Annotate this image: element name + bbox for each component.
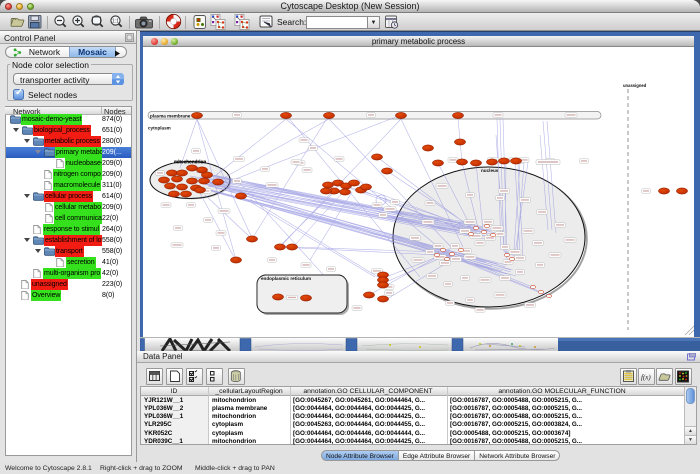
svg-text:f(x): f(x): [641, 374, 651, 382]
svg-text:plasma membrane: plasma membrane: [150, 114, 191, 119]
svg-text:mitochondrion: mitochondrion: [174, 159, 206, 164]
svg-text:cytoplasm: cytoplasm: [148, 126, 171, 131]
svg-text:endoplasmic reticulum: endoplasmic reticulum: [261, 276, 311, 281]
svg-text:nucleus: nucleus: [481, 168, 499, 173]
svg-text:1:1: 1:1: [112, 19, 119, 25]
svg-text:unassigned: unassigned: [623, 83, 647, 88]
